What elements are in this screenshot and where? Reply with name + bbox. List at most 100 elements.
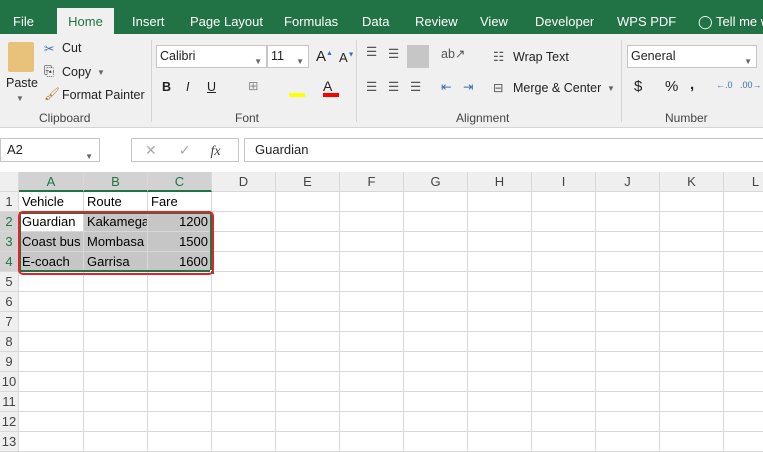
cell[interactable] [340,232,404,252]
cell[interactable] [84,372,148,392]
cell[interactable] [148,292,212,312]
cell[interactable] [404,252,468,272]
cell[interactable] [660,212,724,232]
cell[interactable] [84,312,148,332]
cell[interactable] [404,412,468,432]
cell[interactable] [596,392,660,412]
percent-button[interactable]: % [665,78,678,95]
cell[interactable]: Guardian [19,212,84,232]
cell[interactable] [660,312,724,332]
column-header[interactable]: J [596,172,660,192]
select-all-button[interactable] [0,172,19,192]
merge-dropdown-icon[interactable]: ▼ [607,84,615,93]
cell[interactable] [660,272,724,292]
cell[interactable]: Route [84,192,148,212]
row-header[interactable]: 12 [0,412,19,432]
cell[interactable] [276,332,340,352]
cell[interactable] [404,332,468,352]
cell[interactable] [724,232,763,252]
cell[interactable] [148,272,212,292]
cell[interactable] [340,212,404,232]
cell[interactable] [532,252,596,272]
cell[interactable] [404,212,468,232]
column-header[interactable]: K [660,172,724,192]
cell[interactable] [212,432,276,452]
cell[interactable] [468,352,532,372]
column-header[interactable]: I [532,172,596,192]
cell[interactable] [596,312,660,332]
cell[interactable] [724,252,763,272]
row-header[interactable]: 9 [0,352,19,372]
cell[interactable] [212,212,276,232]
cell[interactable] [404,272,468,292]
cell[interactable]: 1600 [148,252,212,272]
cell[interactable] [340,192,404,212]
cell[interactable] [404,372,468,392]
underline-button[interactable]: U [207,80,216,94]
cell[interactable] [212,392,276,412]
decrease-decimal-icon[interactable]: .00→ [740,80,762,90]
cell[interactable] [468,292,532,312]
cell[interactable] [212,192,276,212]
cell[interactable] [84,352,148,372]
formula-input[interactable]: Guardian [244,138,763,162]
cancel-icon[interactable]: ✕ [145,142,157,158]
insert-function-button[interactable]: fx [210,144,220,159]
cell[interactable] [532,372,596,392]
cell[interactable] [532,272,596,292]
cell[interactable] [532,232,596,252]
cell[interactable] [660,292,724,312]
cell[interactable] [596,252,660,272]
paste-button[interactable]: Paste [6,76,38,90]
cell[interactable] [276,272,340,292]
copy-dropdown-icon[interactable]: ▼ [97,68,105,77]
cell[interactable] [660,232,724,252]
cell[interactable] [404,432,468,452]
cell[interactable] [19,292,84,312]
increase-decimal-icon[interactable]: ←.0 [716,80,733,90]
cell[interactable] [276,192,340,212]
cell[interactable] [340,312,404,332]
column-header[interactable]: G [404,172,468,192]
cell[interactable] [532,352,596,372]
row-header[interactable]: 6 [0,292,19,312]
cell[interactable] [19,372,84,392]
cell[interactable] [276,432,340,452]
cell[interactable] [19,272,84,292]
cell[interactable] [148,332,212,352]
cell[interactable] [19,392,84,412]
cell[interactable] [724,272,763,292]
cell[interactable] [724,292,763,312]
cell[interactable] [596,212,660,232]
cell[interactable] [340,332,404,352]
cell[interactable] [468,212,532,232]
cell[interactable] [148,352,212,372]
cell[interactable] [19,352,84,372]
cell[interactable] [660,372,724,392]
cell[interactable] [660,332,724,352]
cell[interactable] [468,252,532,272]
cell[interactable] [468,432,532,452]
row-header[interactable]: 4 [0,252,19,272]
cell[interactable] [724,392,763,412]
cell[interactable]: Coast bus [19,232,84,252]
cell[interactable] [404,312,468,332]
cell[interactable] [276,352,340,372]
cell[interactable] [532,292,596,312]
cell[interactable] [276,212,340,232]
cell[interactable] [660,412,724,432]
cell[interactable] [724,372,763,392]
row-header[interactable]: 3 [0,232,19,252]
italic-button[interactable]: I [186,80,189,94]
cell[interactable] [212,232,276,252]
cell[interactable] [148,312,212,332]
cell[interactable] [276,312,340,332]
cell[interactable] [660,192,724,212]
cell[interactable]: Kakamega [84,212,148,232]
decrease-font-icon[interactable]: A▼ [339,50,355,65]
cell[interactable] [724,352,763,372]
cell[interactable] [276,372,340,392]
cell[interactable] [212,292,276,312]
cell[interactable]: E-coach [19,252,84,272]
decrease-indent-icon[interactable]: ⇤ [441,79,451,94]
